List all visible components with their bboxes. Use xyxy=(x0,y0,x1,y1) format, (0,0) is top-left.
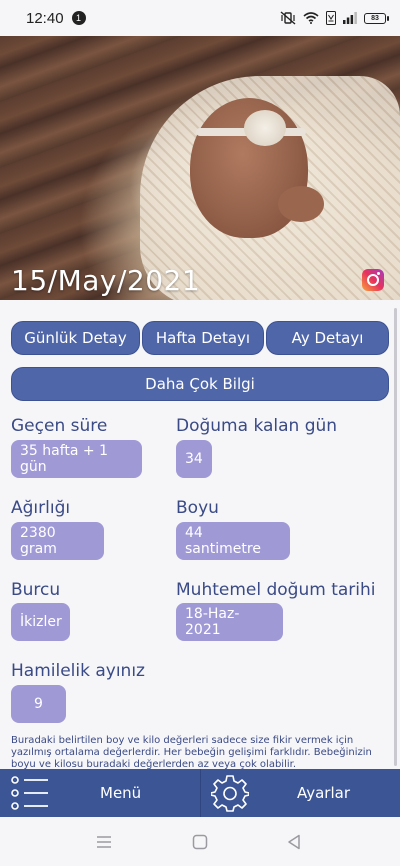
battery-icon: 83 xyxy=(364,12,389,24)
menu-button[interactable]: Menü xyxy=(0,769,200,817)
back-icon[interactable] xyxy=(287,834,301,850)
days-left-value: 34 xyxy=(176,440,212,478)
volte-icon xyxy=(326,11,336,25)
zodiac-label: Burcu xyxy=(11,580,61,600)
tab-monthly-detail[interactable]: Ay Detayı xyxy=(266,321,389,355)
bow-shape xyxy=(244,110,286,146)
elapsed-label: Geçen süre xyxy=(11,416,108,436)
settings-label: Ayarlar xyxy=(297,784,351,802)
scrollbar[interactable] xyxy=(394,308,397,766)
hand-shape xyxy=(278,186,324,222)
due-date-value: 18-Haz-2021 xyxy=(176,603,283,641)
recent-apps-icon[interactable] xyxy=(96,835,112,849)
notification-badge: 1 xyxy=(71,11,86,25)
instagram-icon[interactable] xyxy=(362,269,384,291)
elapsed-value: 35 hafta + 1 gün xyxy=(11,440,142,478)
home-icon[interactable] xyxy=(192,834,208,850)
pregnancy-month-value: 9 xyxy=(11,685,66,723)
weight-label: Ağırlığı xyxy=(11,498,71,518)
wifi-icon xyxy=(303,12,319,24)
current-date: 15/May/2021 xyxy=(11,264,201,297)
system-navigation-bar xyxy=(0,817,400,866)
more-info-button[interactable]: Daha Çok Bilgi xyxy=(11,367,389,401)
menu-label: Menü xyxy=(100,784,142,802)
tab-daily-detail[interactable]: Günlük Detay xyxy=(11,321,140,355)
tab-weekly-detail[interactable]: Hafta Detayı xyxy=(142,321,264,355)
vibrate-mute-icon xyxy=(280,11,296,25)
baby-photo: 15/May/2021 xyxy=(0,36,400,300)
disclaimer-text: Buradaki belirtilen boy ve kilo değerler… xyxy=(11,735,372,769)
settings-button[interactable]: Ayarlar xyxy=(200,769,400,817)
list-icon xyxy=(11,776,48,810)
status-time: 12:40 xyxy=(26,9,64,27)
due-date-label: Muhtemel doğum tarihi xyxy=(176,580,376,600)
length-value: 44 santimetre xyxy=(176,522,290,560)
length-label: Boyu xyxy=(176,498,219,518)
zodiac-value: İkizler xyxy=(11,603,70,641)
status-icons: 83 xyxy=(280,11,389,25)
gear-icon xyxy=(211,775,249,812)
days-left-label: Doğuma kalan gün xyxy=(176,416,338,436)
bottom-app-bar: Menü Ayarlar xyxy=(0,769,400,817)
weight-value: 2380 gram xyxy=(11,522,104,560)
pregnancy-month-label: Hamilelik ayınız xyxy=(11,661,145,681)
status-bar: 12:40 1 83 xyxy=(0,0,400,36)
signal-icon xyxy=(343,12,357,24)
